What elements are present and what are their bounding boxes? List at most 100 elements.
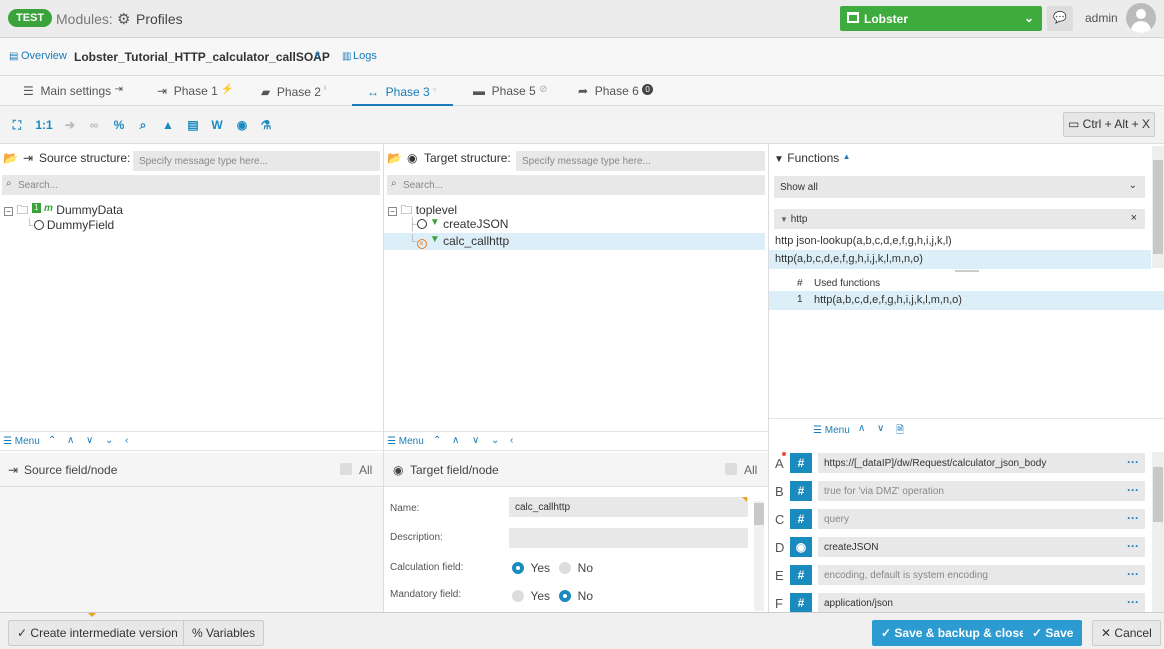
target-search-input[interactable]: ⌕ Search... (387, 175, 765, 195)
target-menu-button[interactable]: ☰ Menu (387, 436, 424, 447)
expand-icon[interactable]: ⛶ (8, 116, 26, 134)
chevron-down-icon[interactable]: ∨ (472, 435, 479, 446)
save-button[interactable]: ✓ Save (1023, 620, 1083, 646)
search-icon[interactable]: ⌕ (134, 116, 152, 134)
target-form-scrollbar[interactable] (754, 501, 764, 611)
modules-label[interactable]: Modules: (56, 11, 113, 27)
tree-node[interactable]: └ DummyField (25, 218, 114, 232)
double-chevron-up-icon[interactable]: ⌃ (48, 435, 56, 446)
percent-icon[interactable]: % (110, 116, 128, 134)
parameter-letter: D (775, 540, 785, 555)
calculation-no-radio[interactable]: No (559, 561, 593, 575)
more-icon[interactable]: ··· (1127, 595, 1139, 609)
tab-phase-6[interactable]: ➦ Phase 6 0 (578, 84, 654, 98)
tab-phase-5[interactable]: ▬ Phase 5 ⊘ (473, 84, 547, 98)
environment-select[interactable]: Lobster ⌄ (840, 6, 1042, 31)
folder-open-icon[interactable]: 📂 (3, 151, 18, 165)
constant-type-button[interactable]: # (790, 593, 812, 612)
functions-menu-button[interactable]: ☰ Menu (813, 425, 850, 436)
tab-phase-3[interactable]: ↔ Phase 3 ▫ (367, 84, 436, 99)
target-type-button[interactable]: ◉ (790, 537, 812, 557)
logs-link[interactable]: Logs (353, 50, 377, 62)
name-field[interactable]: calc_callhttp (509, 497, 748, 517)
constant-type-button[interactable]: # (790, 509, 812, 529)
tree-node-selected[interactable]: └ × ▼ calc_callhttp (384, 233, 765, 250)
parameter-value[interactable]: query (818, 509, 1145, 529)
list-alt-icon[interactable]: ▤ (184, 116, 202, 134)
tab-phase-2[interactable]: ▰ Phase 2 ⁱ (261, 84, 326, 99)
source-search-input[interactable]: ⌕ Search... (2, 175, 380, 195)
source-message-type-input[interactable]: Specify message type here... (133, 151, 380, 171)
function-result-item[interactable]: http json-lookup(a,b,c,d,e,f,g,h,i,j,k,l… (769, 233, 1151, 250)
more-icon[interactable]: ··· (1127, 455, 1139, 469)
all-checkbox[interactable] (340, 463, 352, 475)
more-icon[interactable]: ··· (1127, 567, 1139, 581)
more-icon[interactable]: ··· (1127, 511, 1139, 525)
parameter-value[interactable]: true for 'via DMZ' operation (818, 481, 1145, 501)
export-icon[interactable]: ⇪ (313, 49, 322, 62)
variables-button[interactable]: % Variables (183, 620, 265, 646)
parameter-value[interactable]: encoding, default is system encoding (818, 565, 1145, 585)
used-header-number: # (797, 278, 803, 289)
functions-scrollbar[interactable] (1152, 146, 1164, 268)
mapping-toolbar: ⛶ 1:1 ➔ ∞ % ⌕ ▲ ▤ W ◉ ⚗ ▭ Ctrl + Alt + X (0, 106, 1164, 144)
overview-link[interactable]: Overview (21, 50, 67, 62)
tab-phase-1[interactable]: ⇥ Phase 1 ⚡ (157, 84, 234, 98)
graduation-cap-icon[interactable]: ▲ (159, 116, 177, 134)
cancel-button[interactable]: ✕ Cancel (1092, 620, 1161, 646)
create-intermediate-version-button[interactable]: ✓ Create intermediate version (8, 620, 187, 646)
double-chevron-up-icon[interactable]: ⌃ (433, 435, 441, 446)
chevron-up-icon[interactable]: ∧ (67, 435, 74, 446)
avatar[interactable] (1126, 3, 1156, 33)
one-to-one-button[interactable]: 1:1 (33, 116, 55, 134)
more-icon[interactable]: ··· (1127, 539, 1139, 553)
constant-type-button[interactable]: # (790, 565, 812, 585)
resize-handle[interactable] (955, 270, 979, 272)
chevron-down-icon[interactable]: ∨ (86, 435, 93, 446)
mandatory-no-radio[interactable]: No (559, 589, 593, 603)
double-chevron-down-icon[interactable]: ⌄ (491, 435, 499, 446)
tree-node[interactable]: ├ ▼ createJSON (408, 217, 508, 231)
function-search-value: http (790, 214, 808, 225)
keyboard-shortcut-button[interactable]: ▭ Ctrl + Alt + X (1063, 112, 1155, 137)
calculation-yes-radio[interactable]: Yes (512, 561, 550, 575)
mandatory-yes-radio[interactable]: Yes (512, 589, 550, 603)
share-icon: ➦ (578, 84, 589, 98)
double-chevron-down-icon[interactable]: ⌄ (105, 435, 113, 446)
function-search-input[interactable]: ▼ http × (774, 209, 1145, 229)
word-icon[interactable]: W (208, 116, 226, 134)
all-checkbox[interactable] (725, 463, 737, 475)
function-category-select[interactable]: Show all ⌄ (774, 176, 1145, 198)
target-message-type-input[interactable]: Specify message type here... (516, 151, 765, 171)
constant-type-button[interactable]: # (790, 481, 812, 501)
parameter-value[interactable]: createJSON (818, 537, 1145, 557)
document-icon[interactable]: 🗎 (896, 423, 904, 440)
parameter-value[interactable]: https://[_dataIP]/dw/Request/calculator_… (818, 453, 1145, 473)
close-icon[interactable]: × (1131, 212, 1137, 224)
parameter-value[interactable]: application/json (818, 593, 1145, 612)
profiles-label[interactable]: Profiles (136, 11, 183, 27)
constant-type-button[interactable]: # (790, 453, 812, 473)
chevron-down-icon[interactable]: ∨ (877, 423, 884, 434)
chevron-left-icon[interactable]: ‹ (125, 435, 128, 446)
used-function-row[interactable]: 1 http(a,b,c,d,e,f,g,h,i,j,k,l,m,n,o) (769, 291, 1164, 310)
flask-icon[interactable]: ⚗ (257, 116, 275, 134)
tab-main-settings[interactable]: ☰ Main settings ⇥ (23, 84, 123, 98)
chevron-up-icon[interactable]: ∧ (452, 435, 459, 446)
chat-button[interactable]: 💬 (1047, 6, 1073, 31)
source-menu-button[interactable]: ☰ Menu (3, 436, 40, 447)
field-circle-icon (416, 219, 427, 229)
functions-header[interactable]: ▼ Functions ▲ (774, 151, 851, 165)
save-backup-close-button[interactable]: ✓ Save & backup & close (872, 620, 1035, 646)
description-field[interactable] (509, 528, 748, 548)
function-result-item-selected[interactable]: http(a,b,c,d,e,f,g,h,i,j,k,l,m,n,o) (769, 250, 1151, 269)
search-placeholder: Search... (403, 180, 444, 191)
chevron-up-icon[interactable]: ∧ (858, 423, 865, 434)
eye-icon[interactable]: ◉ (233, 116, 251, 134)
more-icon[interactable]: ··· (1127, 483, 1139, 497)
chevron-left-icon[interactable]: ‹ (510, 435, 513, 446)
user-name[interactable]: admin (1085, 11, 1118, 25)
arrow-right-icon[interactable]: ➔ (61, 116, 79, 134)
link-icon[interactable]: ∞ (85, 116, 103, 134)
folder-open-icon[interactable]: 📂 (387, 151, 402, 165)
